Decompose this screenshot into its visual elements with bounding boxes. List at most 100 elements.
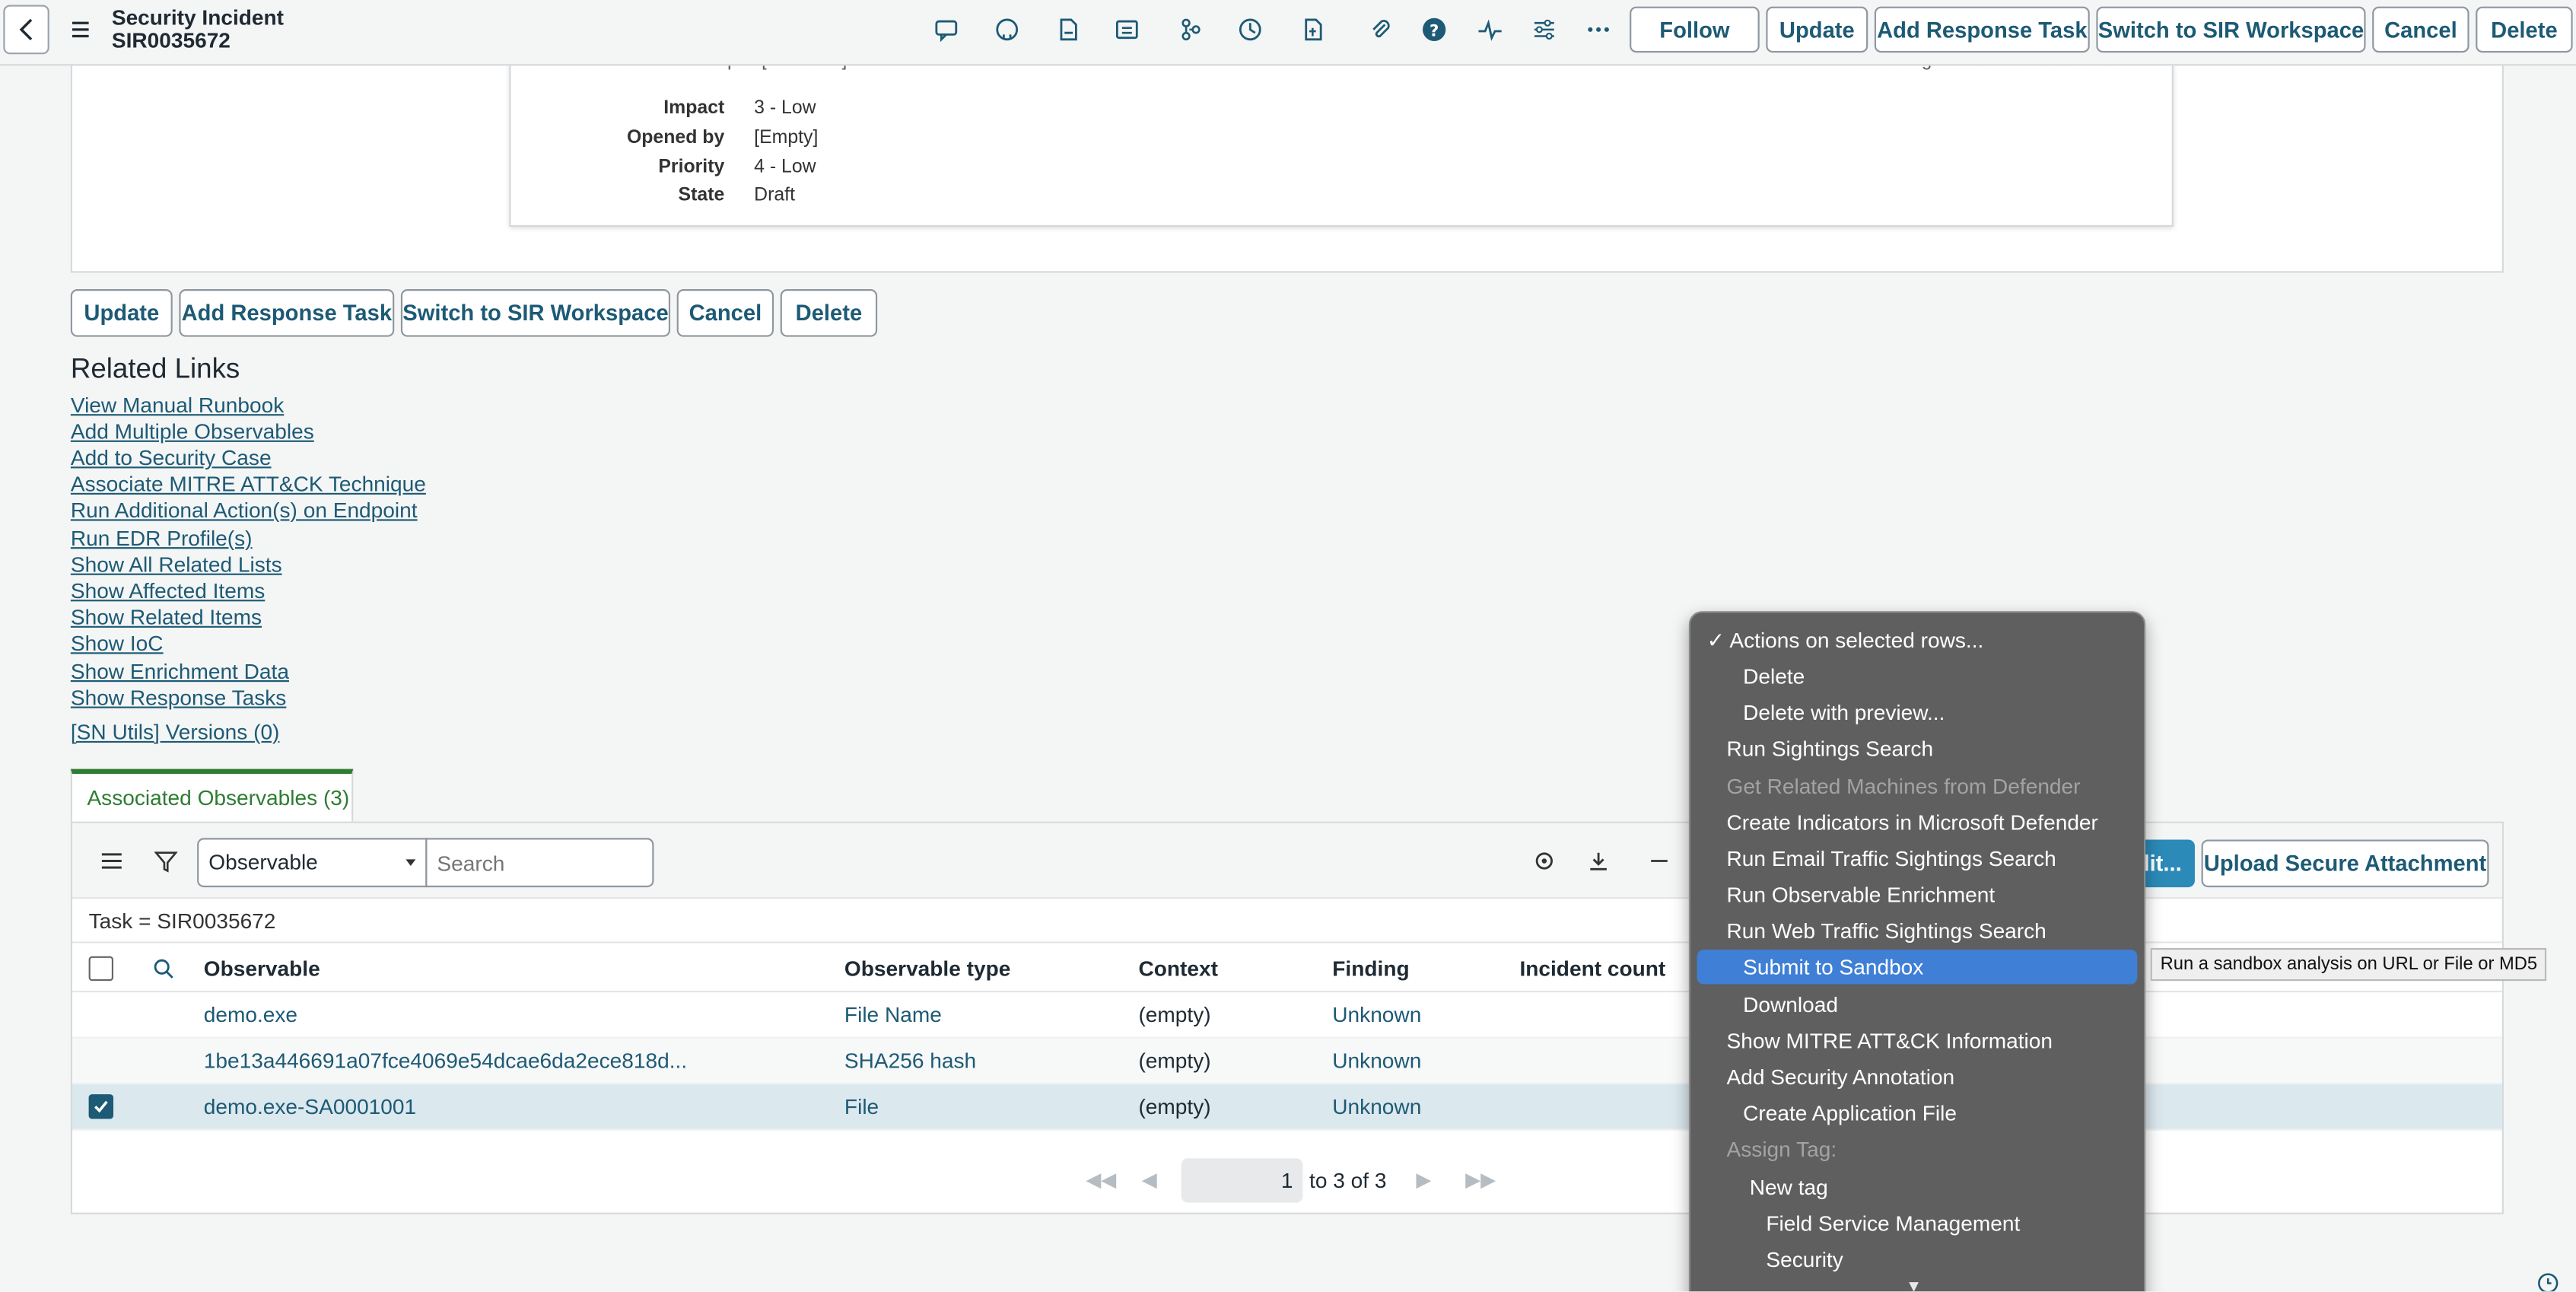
history-icon[interactable]: [1234, 13, 1267, 46]
github-icon[interactable]: [991, 13, 1023, 46]
header-switch-workspace-button[interactable]: Switch to SIR Workspace: [2096, 6, 2366, 53]
cancel-button[interactable]: Cancel: [676, 289, 774, 337]
delete-button[interactable]: Delete: [780, 289, 878, 337]
row-checkbox-checked[interactable]: [88, 1094, 113, 1119]
col-finding[interactable]: Finding: [1332, 956, 1409, 981]
search-icon[interactable]: [148, 953, 177, 982]
header-delete-button[interactable]: Delete: [2476, 6, 2573, 53]
breadcrumb-filter[interactable]: Task = SIR0035672: [89, 909, 276, 933]
link-add-to-security-case[interactable]: Add to Security Case: [71, 445, 272, 469]
cell-finding[interactable]: Unknown: [1332, 1049, 1421, 1073]
document-icon[interactable]: [1051, 13, 1084, 46]
menu-item-new-tag[interactable]: New tag: [1697, 1169, 2138, 1204]
cell-observable-type[interactable]: File Name: [844, 1002, 942, 1026]
minimize-icon[interactable]: [1645, 846, 1674, 876]
menu-item-download[interactable]: Download: [1697, 988, 2138, 1022]
help-icon[interactable]: ?: [1418, 13, 1451, 46]
cell-observable-type[interactable]: File: [844, 1094, 879, 1119]
menu-item-assign-tag-header: Assign Tag:: [1726, 1137, 1837, 1162]
pdf-icon[interactable]: [1296, 13, 1329, 46]
link-view-manual-runbook[interactable]: View Manual Runbook: [71, 393, 284, 417]
select-all-checkbox[interactable]: [88, 956, 113, 982]
menu-item-delete-with-preview[interactable]: Delete with preview...: [1697, 695, 2138, 729]
field-value-state: Draft: [754, 186, 795, 205]
cell-observable[interactable]: demo.exe: [204, 1002, 297, 1026]
menu-item-show-mitre[interactable]: Show MITRE ATT&CK Information: [1697, 1023, 2138, 1058]
field-label-opened-by: Opened by: [626, 128, 725, 148]
link-show-ioc[interactable]: Show IoC: [71, 631, 164, 655]
menu-item-delete[interactable]: Delete: [1697, 659, 2138, 693]
hierarchy-icon[interactable]: [1175, 13, 1207, 46]
tab-associated-observables[interactable]: Associated Observables (3): [70, 769, 354, 822]
back-button[interactable]: [3, 5, 49, 55]
add-response-task-button[interactable]: Add Response Task: [179, 289, 395, 337]
link-run-additional-actions[interactable]: Run Additional Action(s) on Endpoint: [71, 498, 418, 522]
activity-icon[interactable]: [1474, 13, 1506, 46]
cell-observable-type[interactable]: SHA256 hash: [844, 1049, 976, 1073]
col-context[interactable]: Context: [1138, 956, 1217, 981]
app-root: ServiceNow: Vasu Bodapati [malicious] Fi…: [0, 0, 2576, 1292]
link-show-related-items[interactable]: Show Related Items: [71, 605, 262, 629]
link-show-affected-items[interactable]: Show Affected Items: [71, 578, 265, 603]
link-run-edr-profiles[interactable]: Run EDR Profile(s): [71, 526, 253, 550]
next-page-icon[interactable]: ▶: [1416, 1168, 1431, 1191]
menu-item-get-related-machines: Get Related Machines from Defender: [1726, 774, 2081, 799]
update-button[interactable]: Update: [70, 289, 173, 337]
menu-item-run-observable-enrichment[interactable]: Run Observable Enrichment: [1697, 877, 2138, 912]
more-icon[interactable]: [1582, 13, 1615, 46]
header-cancel-button[interactable]: Cancel: [2372, 6, 2469, 53]
gear-icon[interactable]: [1529, 846, 1559, 876]
comment-icon[interactable]: [930, 13, 962, 46]
header-add-response-task-button[interactable]: Add Response Task: [1874, 6, 2090, 53]
menu-item-create-indicators[interactable]: Create Indicators in Microsoft Defender: [1697, 805, 2138, 839]
download-icon[interactable]: [1584, 846, 1614, 876]
menu-item-run-sightings-search[interactable]: Run Sightings Search: [1697, 731, 2138, 765]
menu-scroll-down-icon[interactable]: ▼: [1906, 1278, 1922, 1291]
search-field-value: Observable: [208, 849, 318, 874]
record-type: Security Incident: [111, 5, 285, 30]
link-show-enrichment-data[interactable]: Show Enrichment Data: [71, 659, 289, 683]
menu-item-submit-to-sandbox[interactable]: Submit to Sandbox: [1697, 950, 2138, 985]
cell-observable[interactable]: demo.exe-SA0001001: [204, 1094, 416, 1119]
link-sn-utils-versions[interactable]: [SN Utils] Versions (0): [71, 720, 280, 744]
col-observable-type[interactable]: Observable type: [844, 956, 1010, 981]
form-header: Security Incident SIR0035672 ? Follow Up…: [0, 0, 2576, 66]
first-page-icon[interactable]: ◀◀: [1086, 1168, 1116, 1191]
list-icon[interactable]: [1111, 13, 1143, 46]
col-incident-count[interactable]: Incident count: [1519, 956, 1665, 981]
upload-secure-attachment-button[interactable]: Upload Secure Attachment: [2201, 839, 2489, 888]
list-search-input[interactable]: [425, 838, 654, 888]
sliders-icon[interactable]: [1528, 13, 1560, 46]
switch-workspace-button[interactable]: Switch to SIR Workspace: [400, 289, 671, 337]
filter-icon[interactable]: [151, 846, 181, 876]
menu-tooltip: Run a sandbox analysis on URL or File or…: [2150, 947, 2548, 982]
header-update-button[interactable]: Update: [1766, 6, 1868, 53]
menu-item-tag-field-service-management[interactable]: Field Service Management: [1697, 1206, 2138, 1240]
cell-context: (empty): [1138, 1048, 1211, 1074]
menu-item-add-security-annotation[interactable]: Add Security Annotation: [1697, 1060, 2138, 1094]
link-associate-mitre[interactable]: Associate MITRE ATT&CK Technique: [71, 472, 426, 496]
form-card: ServiceNow: Vasu Bodapati [malicious] Fi…: [70, 33, 2504, 273]
cell-finding[interactable]: Unknown: [1332, 1094, 1421, 1119]
prev-page-icon[interactable]: ◀: [1142, 1168, 1157, 1191]
menu-item-run-web-traffic[interactable]: Run Web Traffic Sightings Search: [1697, 914, 2138, 948]
paperclip-icon[interactable]: [1363, 13, 1396, 46]
search-field-select[interactable]: Observable: [197, 838, 428, 888]
caret-down-icon: [405, 859, 416, 867]
page-input[interactable]: 1: [1181, 1158, 1303, 1203]
cell-context: (empty): [1138, 1094, 1211, 1119]
link-show-all-related-lists[interactable]: Show All Related Lists: [71, 552, 282, 577]
menu-icon[interactable]: [65, 14, 95, 44]
cell-finding[interactable]: Unknown: [1332, 1002, 1421, 1026]
link-show-response-tasks[interactable]: Show Response Tasks: [71, 685, 286, 709]
menu-item-run-email-traffic[interactable]: Run Email Traffic Sightings Search: [1697, 842, 2138, 876]
last-page-icon[interactable]: ▶▶: [1465, 1168, 1496, 1191]
menu-item-create-application-file[interactable]: Create Application File: [1697, 1096, 2138, 1130]
col-observable[interactable]: Observable: [204, 956, 320, 981]
follow-button[interactable]: Follow: [1630, 6, 1760, 53]
clock-icon[interactable]: [2536, 1271, 2559, 1292]
list-menu-icon[interactable]: [97, 846, 126, 876]
cell-observable[interactable]: 1be13a446691a07fce4069e54dcae6da2ece818d…: [204, 1049, 687, 1073]
menu-item-tag-security[interactable]: Security: [1697, 1243, 2138, 1277]
link-add-multiple-observables[interactable]: Add Multiple Observables: [71, 419, 314, 444]
